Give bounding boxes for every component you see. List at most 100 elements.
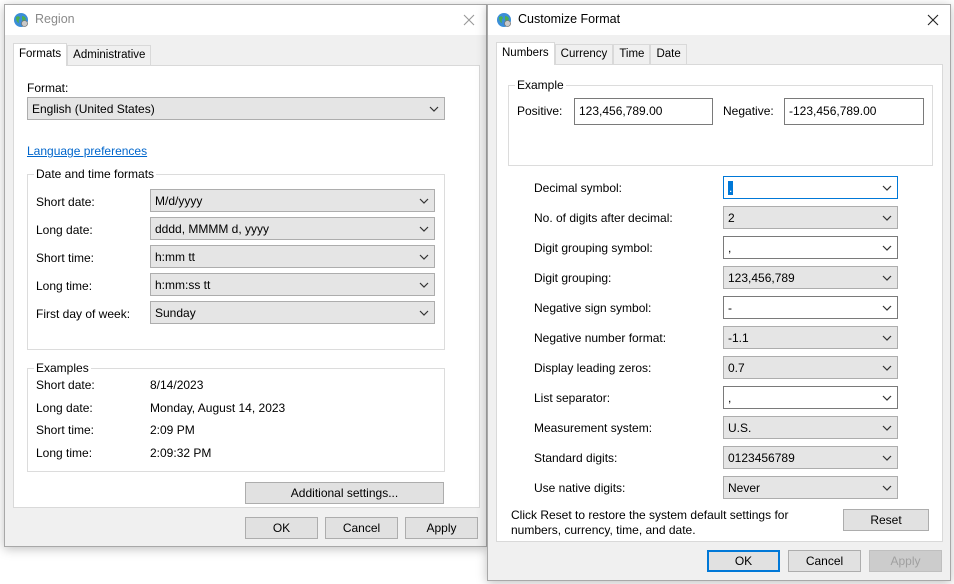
- numbers-panel: Example Positive: 123,456,789.00 Negativ…: [496, 64, 943, 542]
- formats-panel: Format: English (United States) Language…: [13, 65, 480, 508]
- measurement-system-value: U.S.: [728, 421, 752, 435]
- long-date-dropdown[interactable]: dddd, MMMM d, yyyy: [150, 217, 435, 240]
- ok-button[interactable]: OK: [245, 517, 318, 539]
- chevron-down-icon: [882, 183, 892, 193]
- first-day-label: First day of week:: [36, 307, 131, 321]
- negative-value: -123,456,789.00: [789, 104, 877, 118]
- chevron-down-icon: [882, 333, 892, 343]
- apply-button[interactable]: Apply: [869, 550, 942, 572]
- display-leading-zeros-dropdown[interactable]: 0.7: [723, 356, 898, 379]
- tab-currency[interactable]: Currency: [554, 44, 614, 65]
- additional-settings-button[interactable]: Additional settings...: [245, 482, 444, 504]
- tab-time[interactable]: Time: [613, 44, 651, 65]
- format-label: Format:: [27, 81, 69, 95]
- example-label: Long time:: [36, 446, 93, 460]
- tab-date[interactable]: Date: [650, 44, 687, 65]
- chevron-down-icon: [882, 423, 892, 433]
- region-tabs: Formats Administrative: [13, 43, 152, 66]
- tab-numbers[interactable]: Numbers: [496, 42, 555, 65]
- cancel-button[interactable]: Cancel: [788, 550, 861, 572]
- window-title: Customize Format: [518, 12, 621, 26]
- globe-icon: [496, 12, 512, 28]
- tab-administrative[interactable]: Administrative: [67, 45, 152, 66]
- chevron-down-icon: [882, 273, 892, 283]
- use-native-digits-label: Use native digits:: [534, 481, 626, 495]
- region-window: Region Formats Administrative Format: En…: [4, 4, 487, 547]
- window-title: Region: [35, 12, 75, 26]
- digit-grouping-dropdown[interactable]: 123,456,789: [723, 266, 898, 289]
- close-icon: [463, 14, 475, 26]
- digit-grouping-symbol-label: Digit grouping symbol:: [534, 241, 653, 255]
- negative-number-format-label: Negative number format:: [534, 331, 667, 345]
- customize-titlebar[interactable]: Customize Format: [488, 5, 950, 35]
- format-value: English (United States): [32, 102, 155, 116]
- tab-formats[interactable]: Formats: [13, 43, 68, 66]
- example-label: Long date:: [36, 401, 93, 415]
- close-button[interactable]: [916, 5, 950, 35]
- short-time-value: h:mm tt: [155, 250, 196, 264]
- positive-label: Positive:: [517, 104, 563, 118]
- customize-format-window: Customize Format Numbers Currency Time D…: [487, 4, 951, 581]
- short-date-value: M/d/yyyy: [155, 194, 203, 208]
- example-value: Monday, August 14, 2023: [150, 401, 286, 415]
- list-separator-label: List separator:: [534, 391, 611, 405]
- chevron-down-icon: [419, 280, 429, 290]
- region-titlebar[interactable]: Region: [5, 5, 486, 35]
- long-time-dropdown[interactable]: h:mm:ss tt: [150, 273, 435, 296]
- chevron-down-icon: [882, 393, 892, 403]
- standard-digits-label: Standard digits:: [534, 451, 618, 465]
- long-date-value: dddd, MMMM d, yyyy: [155, 222, 270, 236]
- close-button[interactable]: [452, 5, 486, 35]
- format-dropdown[interactable]: English (United States): [27, 97, 445, 120]
- short-date-dropdown[interactable]: M/d/yyyy: [150, 189, 435, 212]
- globe-icon: [13, 12, 29, 28]
- language-preferences-link[interactable]: Language preferences: [27, 144, 147, 158]
- negative-number-format-value: -1.1: [728, 331, 749, 345]
- digit-grouping-symbol-value: ,: [728, 241, 732, 255]
- example-value: 8/14/2023: [150, 378, 204, 392]
- apply-button[interactable]: Apply: [405, 517, 478, 539]
- standard-digits-value: 0123456789: [728, 451, 795, 465]
- chevron-down-icon: [882, 453, 892, 463]
- first-day-dropdown[interactable]: Sunday: [150, 301, 435, 324]
- short-date-label: Short date:: [36, 195, 95, 209]
- reset-button[interactable]: Reset: [843, 509, 929, 531]
- negative-sign-symbol-value: -: [728, 301, 732, 315]
- customize-tabs: Numbers Currency Time Date: [496, 42, 687, 65]
- chevron-down-icon: [419, 196, 429, 206]
- long-date-label: Long date:: [36, 223, 93, 237]
- display-leading-zeros-value: 0.7: [728, 361, 745, 375]
- use-native-digits-dropdown[interactable]: Never: [723, 476, 898, 499]
- negative-sign-symbol-dropdown[interactable]: -: [723, 296, 898, 319]
- reset-note: Click Reset to restore the system defaul…: [511, 508, 789, 537]
- list-separator-dropdown[interactable]: ,: [723, 386, 898, 409]
- group-title: Example: [515, 78, 566, 92]
- cancel-button[interactable]: Cancel: [325, 517, 398, 539]
- digits-after-decimal-dropdown[interactable]: 2: [723, 206, 898, 229]
- digit-grouping-symbol-dropdown[interactable]: ,: [723, 236, 898, 259]
- negative-number-format-dropdown[interactable]: -1.1: [723, 326, 898, 349]
- example-value: 2:09:32 PM: [150, 446, 212, 460]
- digit-grouping-value: 123,456,789: [728, 271, 795, 285]
- short-time-dropdown[interactable]: h:mm tt: [150, 245, 435, 268]
- positive-example: 123,456,789.00: [574, 98, 713, 125]
- measurement-system-dropdown[interactable]: U.S.: [723, 416, 898, 439]
- chevron-down-icon: [882, 213, 892, 223]
- use-native-digits-value: Never: [728, 481, 761, 495]
- group-title: Examples: [34, 361, 91, 375]
- close-icon: [927, 14, 939, 26]
- digits-after-decimal-value: 2: [728, 211, 735, 225]
- chevron-down-icon: [882, 483, 892, 493]
- chevron-down-icon: [882, 243, 892, 253]
- negative-example: -123,456,789.00: [784, 98, 924, 125]
- negative-sign-symbol-label: Negative sign symbol:: [534, 301, 652, 315]
- decimal-symbol-dropdown[interactable]: .: [723, 176, 898, 199]
- chevron-down-icon: [419, 224, 429, 234]
- example-label: Short time:: [36, 423, 95, 437]
- first-day-value: Sunday: [155, 306, 196, 320]
- standard-digits-dropdown[interactable]: 0123456789: [723, 446, 898, 469]
- negative-label: Negative:: [723, 104, 774, 118]
- ok-button[interactable]: OK: [707, 550, 780, 572]
- list-separator-value: ,: [728, 391, 732, 405]
- chevron-down-icon: [882, 303, 892, 313]
